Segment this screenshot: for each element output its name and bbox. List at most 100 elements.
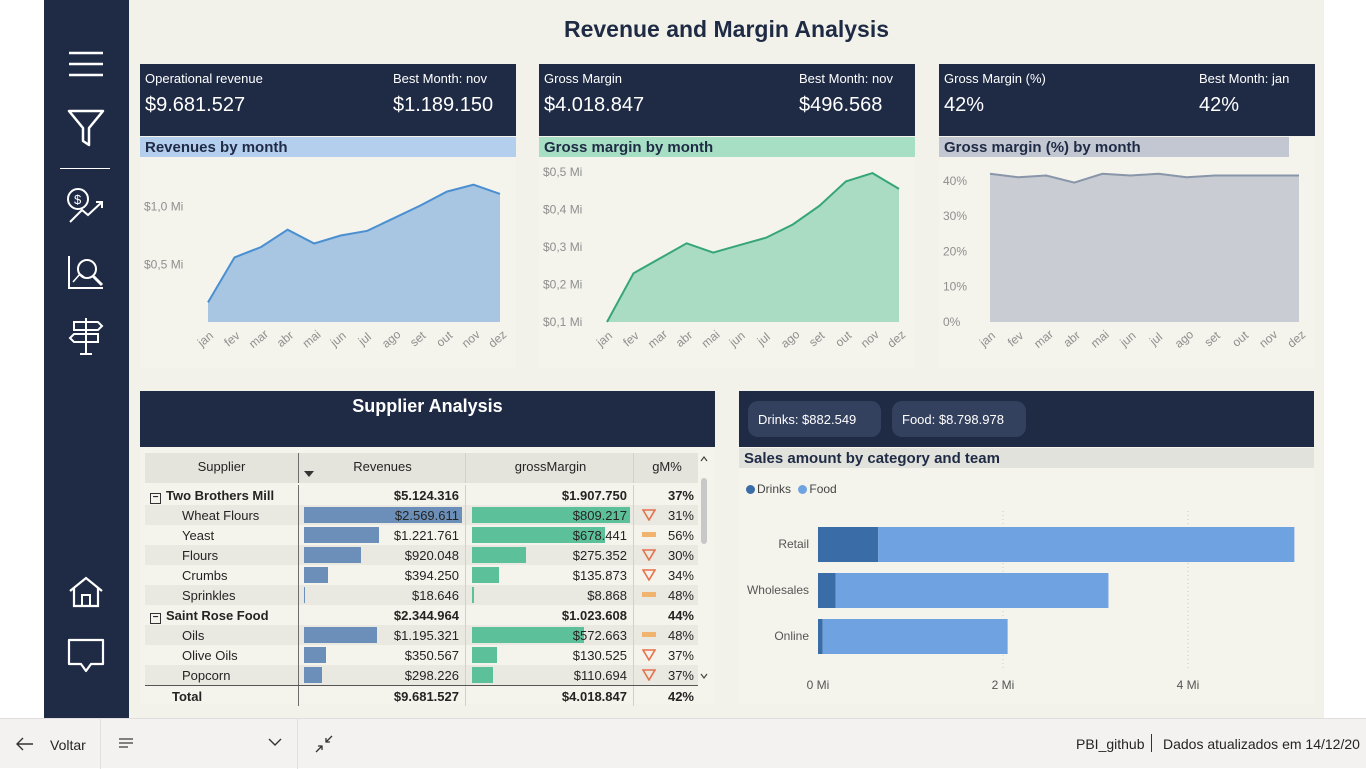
data-point-out[interactable] (1238, 171, 1248, 181)
signpost-icon[interactable] (64, 314, 108, 358)
bar-drinks-online[interactable] (818, 619, 823, 654)
data-point-dez[interactable] (495, 189, 505, 199)
data-point-jun[interactable] (735, 240, 745, 250)
data-point-fev[interactable] (1013, 172, 1023, 182)
gross-margin-by-month-chart[interactable]: $0,1 Mi $0,2 Mi $0,3 Mi $0,4 Mi $0,5 Mi jan fe… (539, 158, 915, 368)
sales-bar-chart[interactable]: 0 Mi 2 Mi 4 Mi Retail Wholesales Online (739, 501, 1314, 701)
gross-margin-pct-kpi[interactable]: Gross Margin (%) 42% Best Month: jan 42% (939, 64, 1315, 136)
data-point-jul[interactable] (362, 226, 372, 236)
home-icon[interactable] (64, 570, 108, 614)
gross-margin-cell: $130.525 (468, 645, 634, 665)
supplier-item-row[interactable]: Sprinkles $18.646 $8.868 48% (145, 585, 698, 605)
data-point-abr[interactable] (682, 238, 692, 248)
data-point-nov[interactable] (1266, 171, 1276, 181)
gross-margin-pct-by-month-chart[interactable]: 0% 10% 20% 30% 40% jan fev mar abr mai jun jul ago se… (939, 158, 1315, 368)
data-point-out[interactable] (841, 176, 851, 186)
data-point-fev[interactable] (629, 268, 639, 278)
collapse-toggle-icon[interactable]: − (150, 613, 161, 624)
supplier-item-row[interactable]: Yeast $1.221.761 $678.441 56% (145, 525, 698, 545)
data-point-set[interactable] (1210, 171, 1220, 181)
data-point-jul[interactable] (761, 233, 771, 243)
data-point-dez[interactable] (894, 184, 904, 194)
page-selector[interactable] (102, 719, 298, 769)
data-point-abr[interactable] (1069, 178, 1079, 188)
revenue-cell: $1.195.321 (300, 625, 466, 645)
data-point-ago[interactable] (389, 213, 399, 223)
x-tick-label: mar (1031, 327, 1056, 351)
data-point-jan[interactable] (602, 317, 612, 327)
analysis-search-icon[interactable] (64, 250, 108, 294)
food-total-card[interactable]: Food: $8.798.978 (892, 401, 1026, 437)
gm-pct-cell: 31% (636, 505, 698, 525)
supplier-item-row[interactable]: Flours $920.048 $275.352 30% (145, 545, 698, 565)
supplier-item-row[interactable]: Crumbs $394.250 $135.873 34% (145, 565, 698, 585)
data-point-jan[interactable] (985, 169, 995, 179)
data-point-jun[interactable] (336, 230, 346, 240)
collapse-toggle-icon[interactable]: − (150, 493, 161, 504)
gm-pct-value: 48% (667, 628, 694, 643)
sales-header: Drinks: $882.549 Food: $8.798.978 (739, 391, 1314, 447)
data-point-nov[interactable] (468, 180, 478, 190)
gross-margin-kpi[interactable]: Gross Margin $4.018.847 Best Month: nov … (539, 64, 915, 136)
data-point-nov[interactable] (867, 168, 877, 178)
back-label: Voltar (50, 737, 86, 753)
supplier-item-row[interactable]: Olive Oils $350.567 $130.525 37% (145, 645, 698, 665)
data-point-jul[interactable] (1154, 169, 1164, 179)
data-point-mar[interactable] (655, 253, 665, 263)
gm-pct-cell: 42% (636, 686, 698, 706)
data-point-set[interactable] (814, 201, 824, 211)
data-point-jun[interactable] (1125, 171, 1135, 181)
data-point-set[interactable] (415, 200, 425, 210)
bar-drinks-wholesales[interactable] (818, 573, 836, 608)
bar-drinks-retail[interactable] (818, 527, 879, 562)
column-header-gm-pct[interactable]: gM% (636, 453, 698, 483)
sort-desc-icon[interactable] (304, 471, 314, 478)
best-month-value: $1.189.150 (393, 94, 494, 116)
bar-food-online[interactable] (822, 619, 1008, 654)
supplier-group-row[interactable]: − Two Brothers Mill $5.124.316 $1.907.750 37… (145, 485, 698, 505)
data-point-fev[interactable] (230, 252, 240, 262)
bar-food-retail[interactable] (878, 527, 1295, 562)
data-point-mai[interactable] (309, 239, 319, 249)
column-header-supplier[interactable]: Supplier (145, 453, 299, 483)
revenue-trend-icon[interactable]: $ (64, 184, 108, 228)
supplier-group-row[interactable]: − Saint Rose Food $2.344.964 $1.023.608 44% (145, 605, 698, 625)
gm-pct-value: 37% (667, 488, 694, 503)
revenue-cell: $5.124.316 (300, 485, 466, 505)
filter-icon[interactable] (64, 106, 108, 150)
data-point-mar[interactable] (1041, 171, 1051, 181)
column-header-revenues[interactable]: Revenues (300, 453, 466, 483)
series-area (208, 184, 500, 322)
back-button[interactable]: Voltar (0, 719, 101, 769)
data-point-ago[interactable] (1182, 172, 1192, 182)
data-point-ago[interactable] (788, 220, 798, 230)
data-point-mar[interactable] (256, 242, 266, 252)
x-tick-label: ago (778, 327, 803, 351)
supplier-item-row[interactable]: Wheat Flours $2.569.611 $809.217 31% (145, 505, 698, 525)
drinks-total-card[interactable]: Drinks: $882.549 (748, 401, 881, 437)
supplier-item-row[interactable]: Oils $1.195.321 $572.663 48% (145, 625, 698, 645)
workspace-name[interactable]: PBI_github (1076, 736, 1145, 752)
supplier-name: Crumbs (182, 568, 228, 583)
matrix-scrollbar[interactable] (698, 453, 710, 681)
menu-icon[interactable] (64, 42, 108, 86)
data-point-out[interactable] (442, 187, 452, 197)
x-tick-label: dez (486, 327, 510, 350)
supplier-name: Total (172, 689, 203, 704)
data-point-dez[interactable] (1294, 171, 1304, 181)
status-footer: Voltar PBI_github Dados atualizados em 1… (0, 718, 1366, 769)
data-point-jan[interactable] (203, 297, 213, 307)
legend-item-food[interactable]: Food (798, 482, 837, 496)
comment-icon[interactable] (64, 634, 108, 678)
data-point-mai[interactable] (708, 248, 718, 258)
revenues-by-month-chart[interactable]: $0,5 Mi $1,0 Mi jan fev mar abr mai jun jul ago se… (140, 158, 516, 368)
total-row[interactable]: Total $9.681.527 $4.018.847 42% (145, 685, 698, 706)
bar-food-wholesales[interactable] (835, 573, 1109, 608)
revenue-kpi[interactable]: Operational revenue $9.681.527 Best Mont… (140, 64, 516, 136)
column-header-gross-margin[interactable]: grossMargin (468, 453, 634, 483)
data-point-abr[interactable] (283, 225, 293, 235)
legend-item-drinks[interactable]: Drinks (746, 482, 791, 496)
data-point-mai[interactable] (1097, 169, 1107, 179)
fit-to-page-icon[interactable] (315, 735, 333, 753)
supplier-item-row[interactable]: Popcorn $298.226 $110.694 37% (145, 665, 698, 685)
